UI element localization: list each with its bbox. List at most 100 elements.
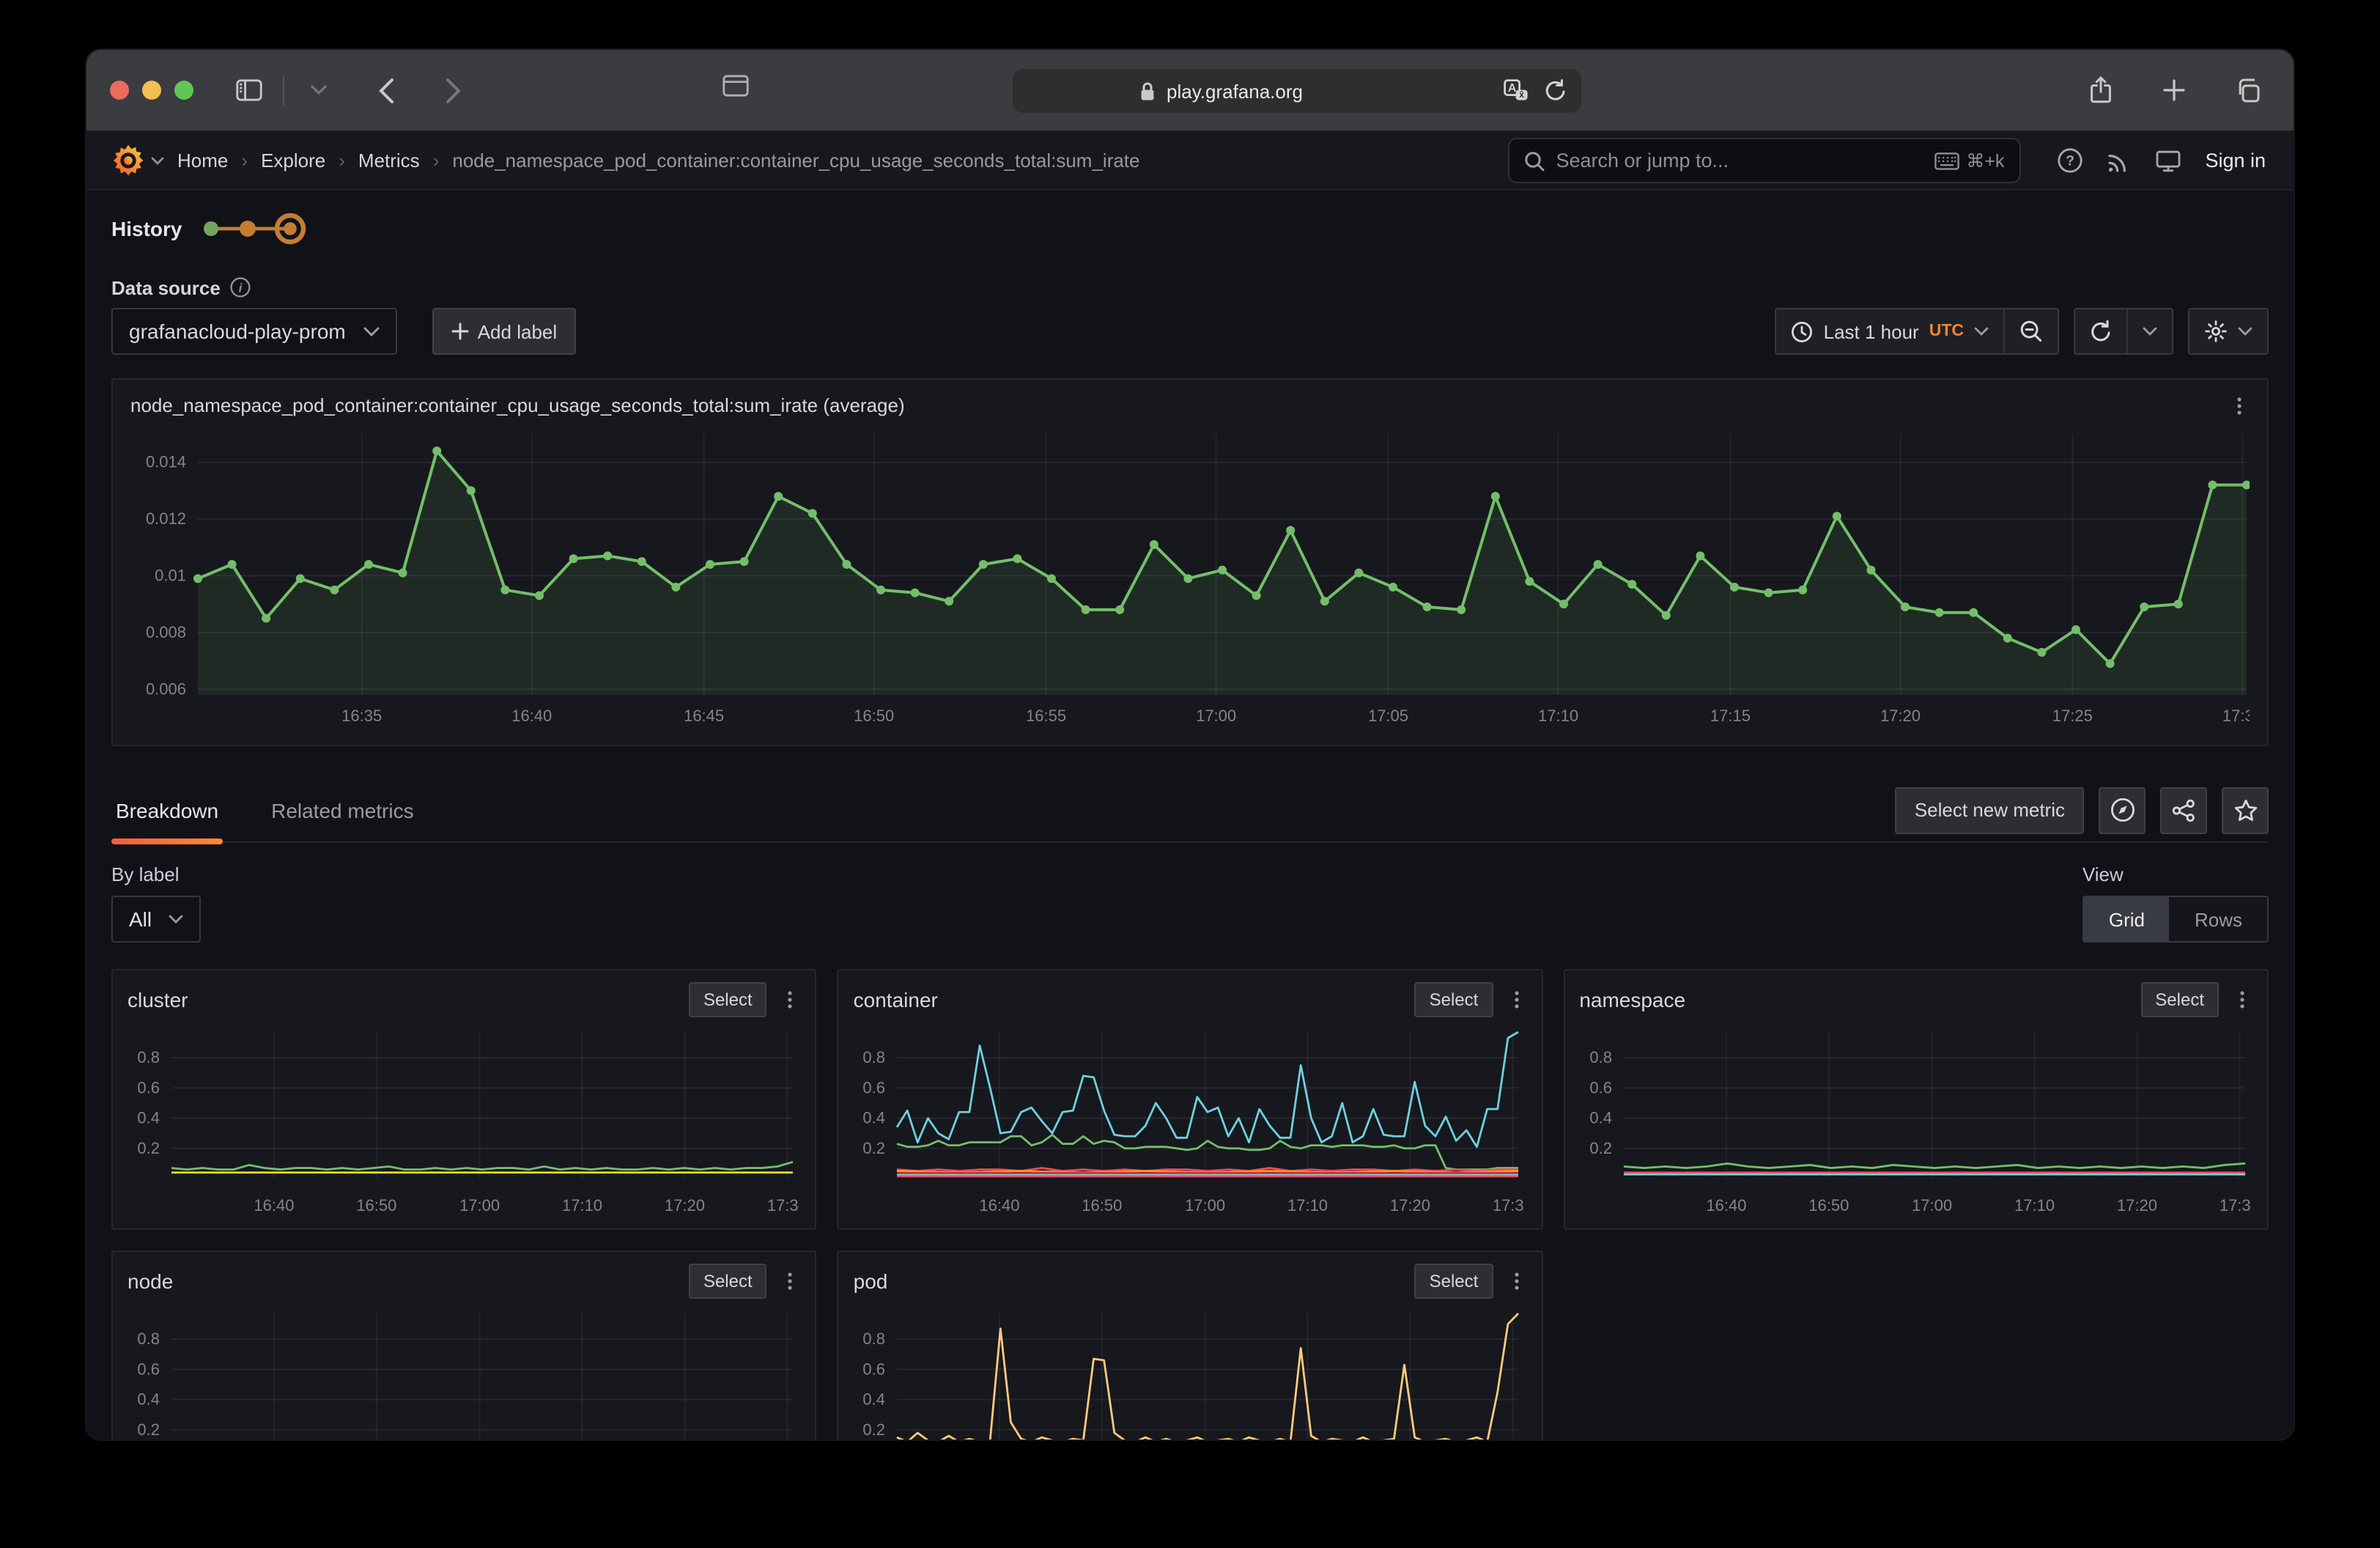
explore-button[interactable] xyxy=(2099,786,2146,833)
select-new-metric-button[interactable]: Select new metric xyxy=(1896,786,2084,833)
add-label-button[interactable]: Add label xyxy=(432,308,576,355)
svg-text:0.006: 0.006 xyxy=(146,679,186,698)
display-button[interactable] xyxy=(2155,149,2180,172)
refresh-button[interactable] xyxy=(2075,309,2126,353)
svg-text:i: i xyxy=(239,281,243,295)
svg-text:0.008: 0.008 xyxy=(146,623,186,641)
by-label-label: By label xyxy=(111,863,200,885)
namespace-chart[interactable]: 16:4016:5017:0017:1017:2017:300.20.40.60… xyxy=(1579,1020,2252,1223)
zoom-out-button[interactable] xyxy=(2005,309,2058,353)
pod-chart[interactable]: 16:4016:5017:0017:1017:2017:300.20.40.60… xyxy=(854,1302,1527,1440)
view-grid-option[interactable]: Grid xyxy=(2084,897,2170,941)
sidebar-menu-chevron-button[interactable] xyxy=(295,68,341,112)
back-button[interactable] xyxy=(362,68,409,112)
share-network-icon xyxy=(2172,798,2195,822)
breadcrumb-item[interactable]: Home xyxy=(177,150,228,172)
breadcrumb-separator: › xyxy=(339,150,345,172)
search-input[interactable]: Search or jump to... ⌘+k xyxy=(1507,138,2020,183)
svg-text:17:00: 17:00 xyxy=(1911,1196,1951,1215)
kebab-icon xyxy=(780,1271,801,1291)
tab-related-metrics[interactable]: Related metrics xyxy=(267,778,418,842)
grafana-app: Home›Explore›Metrics›node_namespace_pod_… xyxy=(86,132,2294,1440)
select-pod-button[interactable]: Select xyxy=(1415,1264,1493,1299)
tab-breakdown[interactable]: Breakdown xyxy=(111,778,223,842)
svg-text:17:15: 17:15 xyxy=(1710,707,1751,725)
kebab-icon xyxy=(2229,395,2250,416)
news-button[interactable] xyxy=(2107,149,2130,172)
toolbar-divider xyxy=(283,75,284,105)
sidebar-icon xyxy=(236,79,262,101)
datasource-picker[interactable]: grafanacloud-play-prom xyxy=(111,308,397,355)
breadcrumb-item[interactable]: Metrics xyxy=(358,150,420,172)
node-chart[interactable]: 16:4016:5017:0017:1017:2017:300.20.40.60… xyxy=(128,1302,801,1440)
svg-text:16:45: 16:45 xyxy=(684,707,724,725)
history-timeline[interactable] xyxy=(199,213,311,245)
svg-text:17:30: 17:30 xyxy=(2219,1196,2250,1215)
grafana-logo[interactable] xyxy=(111,144,164,177)
settings-button[interactable] xyxy=(2189,309,2267,353)
svg-text:0.4: 0.4 xyxy=(863,1390,886,1409)
svg-text:16:55: 16:55 xyxy=(1026,707,1066,725)
search-shortcut: ⌘+k xyxy=(1966,150,2004,172)
svg-text:0.2: 0.2 xyxy=(137,1420,160,1439)
panel-menu-button[interactable] xyxy=(780,1271,801,1291)
zoom-window-button[interactable] xyxy=(174,81,193,100)
select-node-button[interactable]: Select xyxy=(689,1264,767,1299)
help-button[interactable]: ? xyxy=(2057,148,2082,173)
panel-menu-button[interactable] xyxy=(780,989,801,1010)
svg-text:17:10: 17:10 xyxy=(1538,707,1578,725)
share-button[interactable] xyxy=(2077,68,2124,112)
main-timeseries-chart[interactable]: 16:3516:4016:4516:5016:5517:0017:0517:10… xyxy=(130,425,2250,736)
sign-in-link[interactable]: Sign in xyxy=(2205,150,2266,172)
chevron-down-icon xyxy=(310,85,326,95)
timezone-badge: UTC xyxy=(1929,322,1964,340)
breadcrumb-item[interactable]: Explore xyxy=(261,150,325,172)
cluster-chart-canvas: 16:4016:5017:0017:1017:2017:300.20.40.60… xyxy=(128,1020,799,1223)
url-field[interactable]: play.grafana.org Ax̂ xyxy=(1013,69,1581,113)
close-window-button[interactable] xyxy=(110,81,129,100)
svg-text:17:30: 17:30 xyxy=(767,1196,799,1215)
translate-icon[interactable]: Ax̂ xyxy=(1504,79,1529,103)
search-placeholder: Search or jump to... xyxy=(1556,150,1729,172)
panel-title: pod xyxy=(854,1269,1415,1293)
website-settings-icon[interactable] xyxy=(722,75,749,97)
by-label-select[interactable]: All xyxy=(111,896,200,943)
panel-menu-button[interactable] xyxy=(2232,989,2252,1010)
breadcrumb: Home›Explore›Metrics›node_namespace_pod_… xyxy=(177,150,1494,172)
share-icon xyxy=(2089,76,2111,104)
url-text: play.grafana.org xyxy=(1167,80,1303,102)
container-chart[interactable]: 16:4016:5017:0017:1017:2017:300.20.40.60… xyxy=(854,1020,1527,1223)
refresh-interval-button[interactable] xyxy=(2128,309,2172,353)
bookmark-button[interactable] xyxy=(2222,786,2269,833)
datasource-value: grafanacloud-play-prom xyxy=(129,320,346,343)
tab-overview-button[interactable] xyxy=(2223,68,2270,112)
forward-button[interactable] xyxy=(429,68,476,112)
time-range-button[interactable]: Last 1 hour UTC xyxy=(1777,309,2003,353)
svg-text:0.4: 0.4 xyxy=(1589,1109,1612,1127)
metric-panel: node_namespace_pod_container:container_c… xyxy=(111,378,2269,746)
reload-icon[interactable] xyxy=(1545,79,1567,103)
sidebar-toggle-button[interactable] xyxy=(226,68,273,112)
new-tab-button[interactable] xyxy=(2150,68,2197,112)
svg-text:0.8: 0.8 xyxy=(863,1048,886,1066)
panel-menu-button[interactable] xyxy=(1506,1271,1526,1291)
breakdown-panel-node: nodeSelect16:4016:5017:0017:1017:2017:30… xyxy=(111,1250,817,1440)
chevron-down-icon xyxy=(363,326,380,336)
panel-title: namespace xyxy=(1579,988,2140,1011)
view-rows-option[interactable]: Rows xyxy=(2170,897,2267,941)
svg-text:0.4: 0.4 xyxy=(137,1390,160,1409)
minimize-window-button[interactable] xyxy=(142,81,161,100)
panel-menu-button[interactable] xyxy=(1506,989,1526,1010)
cluster-chart[interactable]: 16:4016:5017:0017:1017:2017:300.20.40.60… xyxy=(128,1020,801,1223)
svg-text:0.6: 0.6 xyxy=(1589,1078,1612,1096)
panel-menu-button[interactable] xyxy=(2229,395,2250,416)
browser-toolbar: play.grafana.org Ax̂ xyxy=(86,50,2294,132)
select-container-button[interactable]: Select xyxy=(1415,982,1493,1017)
select-namespace-button[interactable]: Select xyxy=(2140,982,2219,1017)
gear-icon xyxy=(2204,320,2228,343)
panel-title: container xyxy=(854,988,1415,1011)
svg-text:0.6: 0.6 xyxy=(137,1360,160,1378)
org-switcher-chevron-icon xyxy=(151,156,164,165)
select-cluster-button[interactable]: Select xyxy=(689,982,767,1017)
share-panel-button[interactable] xyxy=(2160,786,2207,833)
